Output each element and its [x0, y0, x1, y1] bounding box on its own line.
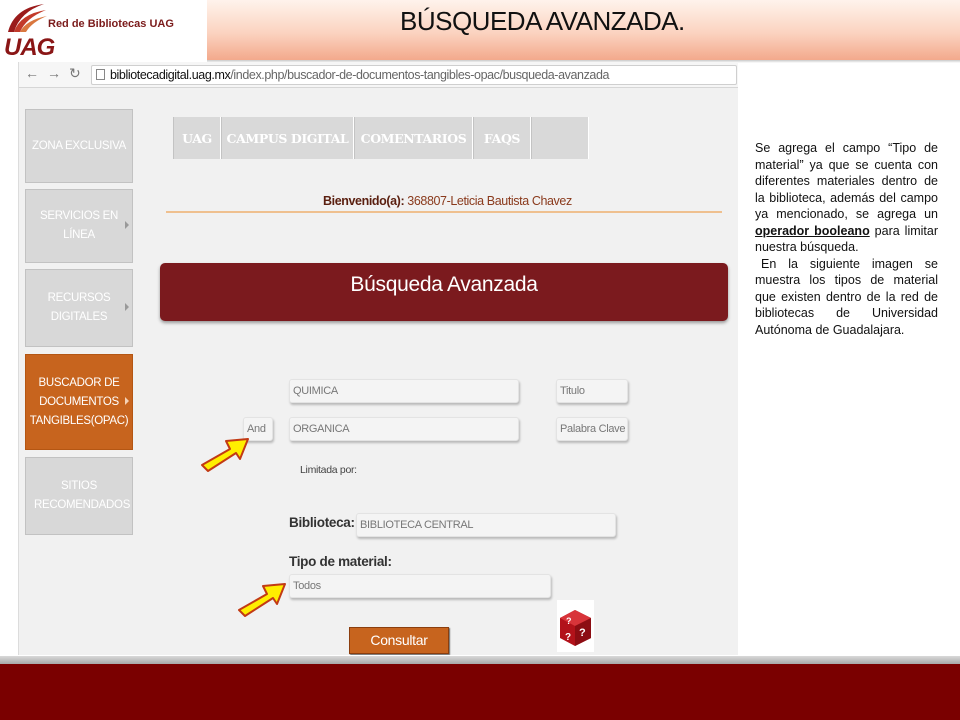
- caret-right-icon: [125, 221, 129, 229]
- tab-label: COMENTARIOS: [360, 130, 467, 146]
- library-value: BIBLIOTECA CENTRAL: [360, 519, 474, 531]
- page-icon: [96, 69, 105, 80]
- search-term-1-value: QUIMICA: [293, 385, 338, 397]
- search-term-1-input[interactable]: QUIMICA: [289, 379, 519, 403]
- sidebar-item-recursos[interactable]: RECURSOS DIGITALES: [25, 269, 133, 347]
- description-paragraph-1: Se agrega el campo “Tipo de material” ya…: [755, 140, 938, 256]
- search-banner: Búsqueda Avanzada: [160, 263, 728, 321]
- material-label: Tipo de material:: [289, 554, 392, 569]
- library-select[interactable]: BIBLIOTECA CENTRAL: [356, 513, 616, 537]
- back-arrow-icon[interactable]: ←: [25, 65, 39, 81]
- caret-right-icon: [125, 397, 129, 405]
- svg-text:?: ?: [579, 627, 586, 639]
- forward-arrow-icon[interactable]: →: [47, 65, 61, 81]
- footer-divider: [0, 656, 960, 664]
- help-cube-icon[interactable]: ? ? ?: [557, 600, 594, 652]
- description-paragraph-2: En la siguiente imagen se muestra los ti…: [755, 256, 938, 337]
- address-bar[interactable]: bibliotecadigital.uag.mx/index.php/busca…: [91, 65, 737, 85]
- footer-band: [0, 664, 960, 720]
- url-domain: bibliotecadigital.uag.mx: [110, 68, 231, 82]
- embedded-screenshot: ← → ↻ bibliotecadigital.uag.mx/index.php…: [18, 62, 738, 655]
- sidebar-item-servicios[interactable]: SERVICIOS EN LÍNEA: [25, 189, 133, 263]
- reload-icon[interactable]: ↻: [69, 65, 81, 82]
- sidebar-item-label: BUSCADOR DE DOCUMENTOS TANGIBLES(OPAC): [29, 376, 129, 427]
- material-type-select[interactable]: Todos: [289, 574, 551, 598]
- sidebar-item-label: SITIOS RECOMENDADOS: [34, 480, 131, 511]
- sidebar-item-zona-exclusiva[interactable]: ZONA EXCLUSIVA: [25, 109, 133, 183]
- welcome-message: Bienvenido(a): 368807-Leticia Bautista C…: [323, 194, 572, 208]
- limit-label: Limitada por:: [300, 464, 357, 476]
- logo-mark: UAG: [4, 34, 55, 61]
- sidebar-item-sitios[interactable]: SITIOS RECOMENDADOS: [25, 457, 133, 535]
- url-text: bibliotecadigital.uag.mx/index.php/busca…: [110, 68, 609, 82]
- tab-label: CAMPUS DIGITAL: [226, 130, 349, 146]
- search-field-1-value: Titulo: [560, 385, 585, 397]
- top-nav-tabs: UAG CAMPUS DIGITAL COMENTARIOS FAQS: [173, 117, 589, 159]
- sidebar-item-label: ZONA EXCLUSIVA: [31, 139, 126, 152]
- pointer-arrow-icon: [238, 583, 286, 617]
- pointer-arrow-icon: [201, 438, 249, 472]
- boolean-operator-value: And: [247, 423, 266, 435]
- tab-label: FAQS: [483, 130, 521, 146]
- library-label: Biblioteca:: [289, 515, 355, 530]
- logo-area: Red de Bibliotecas UAG UAG: [0, 0, 205, 62]
- description-p1-start: Se agrega el campo “Tipo de material” ya…: [755, 141, 938, 221]
- search-field-1-select[interactable]: Titulo: [556, 379, 628, 403]
- consultar-button[interactable]: Consultar: [349, 627, 449, 654]
- material-type-value: Todos: [293, 580, 321, 592]
- caret-right-icon: [125, 303, 129, 311]
- search-field-2-select[interactable]: Palabra Clave: [556, 417, 628, 441]
- tab-uag[interactable]: UAG: [173, 117, 221, 159]
- browser-toolbar: ← → ↻ bibliotecadigital.uag.mx/index.php…: [19, 62, 738, 88]
- tab-campus-digital[interactable]: CAMPUS DIGITAL: [221, 117, 354, 159]
- svg-text:?: ?: [566, 616, 572, 626]
- tab-comentarios[interactable]: COMENTARIOS: [354, 117, 473, 159]
- sidebar-item-label: RECURSOS DIGITALES: [47, 292, 111, 323]
- search-field-2-value: Palabra Clave: [560, 423, 626, 435]
- divider: [166, 211, 722, 213]
- tab-faqs[interactable]: FAQS: [473, 117, 531, 159]
- description-text: Se agrega el campo “Tipo de material” ya…: [755, 140, 938, 338]
- logo-text: Red de Bibliotecas UAG: [48, 18, 174, 30]
- uag-logo-icon: [8, 4, 47, 32]
- sidebar-item-label: SERVICIOS EN LÍNEA: [40, 210, 118, 241]
- search-term-2-value: ORGANICA: [293, 423, 350, 435]
- welcome-prefix: Bienvenido(a):: [323, 194, 405, 208]
- tab-empty[interactable]: [531, 117, 589, 159]
- tab-label: UAG: [182, 130, 212, 146]
- user-name: 368807-Leticia Bautista Chavez: [407, 194, 572, 208]
- sidebar-item-opac[interactable]: BUSCADOR DE DOCUMENTOS TANGIBLES(OPAC): [25, 354, 133, 450]
- url-path: /index.php/buscador-de-documentos-tangib…: [230, 68, 610, 82]
- slide-title: BÚSQUEDA AVANZADA.: [400, 6, 685, 36]
- svg-text:?: ?: [565, 632, 571, 643]
- boolean-operator-emphasis: operador booleano: [755, 223, 870, 238]
- search-term-2-input[interactable]: ORGANICA: [289, 417, 519, 441]
- banner-title: Búsqueda Avanzada: [350, 273, 538, 296]
